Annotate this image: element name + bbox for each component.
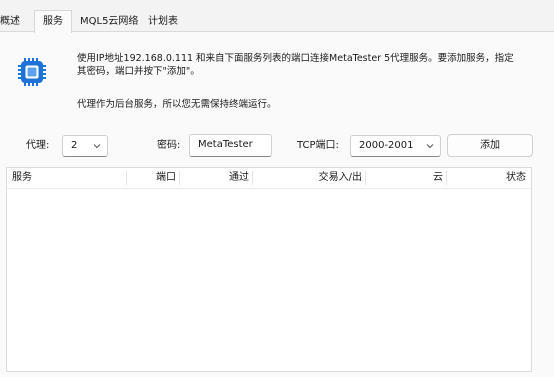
cpu-chip-icon <box>18 58 46 86</box>
add-button[interactable]: 添加 <box>447 134 533 157</box>
column-divider[interactable] <box>446 171 447 185</box>
chevron-down-icon <box>93 144 101 149</box>
agents-value: 2 <box>71 140 78 151</box>
tab-services[interactable]: 服务 <box>34 10 72 33</box>
agents-label: 代理: <box>26 140 50 151</box>
column-divider[interactable] <box>252 171 253 185</box>
column-divider[interactable] <box>179 171 180 185</box>
password-input[interactable]: MetaTester <box>189 134 272 157</box>
tab-mql5-cloud-network[interactable]: MQL5云网络 <box>80 12 138 32</box>
agents-select[interactable]: 2 <box>62 135 108 157</box>
tab-overview[interactable]: 概述 <box>0 12 20 32</box>
column-divider[interactable] <box>126 171 127 185</box>
column-divider[interactable] <box>365 171 366 185</box>
description-line-1: 使用IP地址192.168.0.111 和来自下面服务列表的端口连接MetaTe… <box>77 53 514 64</box>
chevron-down-icon <box>426 144 434 149</box>
tcp-port-value: 2000-2001 <box>359 140 414 151</box>
column-header-status[interactable]: 状态 <box>452 168 526 188</box>
column-header-trades-in-out[interactable]: 交易入/出 <box>267 168 362 188</box>
column-header-service[interactable]: 服务 <box>12 168 32 188</box>
column-header-passes[interactable]: 通过 <box>197 168 249 188</box>
description-line-3: 代理作为后台服务，所以您无需保持终端运行。 <box>77 99 277 110</box>
column-header-cloud[interactable]: 云 <box>387 168 443 188</box>
tab-bar: 概述 服务 MQL5云网络 计划表 <box>0 0 554 33</box>
tcp-port-label: TCP端口: <box>297 140 339 151</box>
services-table[interactable]: 服务 端口 通过 交易入/出 云 状态 <box>6 167 532 372</box>
description-line-2: 其密码，端口并按下"添加"。 <box>77 66 200 77</box>
tab-schedule[interactable]: 计划表 <box>148 12 178 32</box>
column-header-port[interactable]: 端口 <box>147 168 176 188</box>
table-header-divider <box>7 188 531 189</box>
password-label: 密码: <box>157 140 181 151</box>
tcp-port-select[interactable]: 2000-2001 <box>350 135 441 157</box>
